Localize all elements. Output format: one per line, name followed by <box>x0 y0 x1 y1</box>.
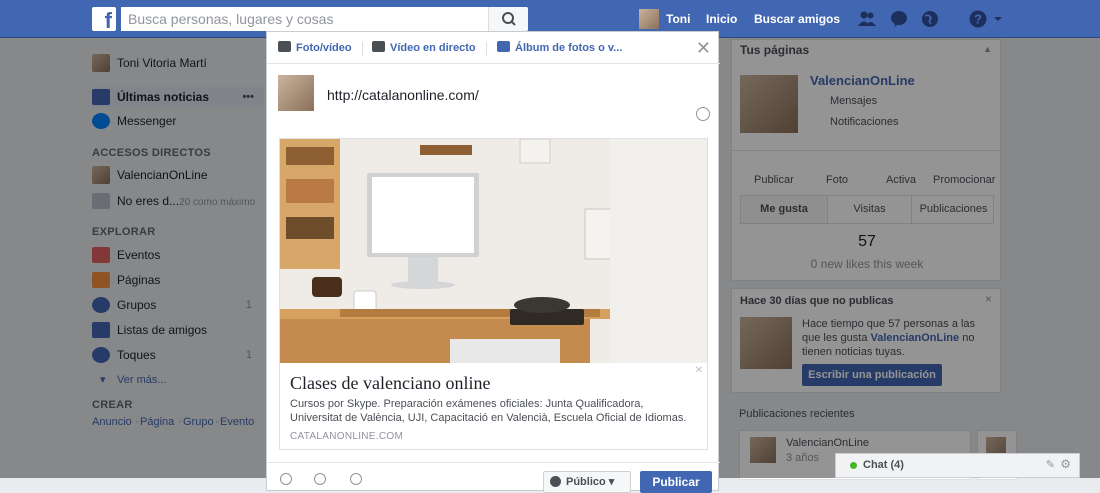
tag-friends-icon[interactable] <box>280 473 292 485</box>
new-message-icon[interactable]: ✎ <box>1046 458 1055 471</box>
publish-button[interactable]: Publicar <box>640 471 712 493</box>
friend-requests-icon[interactable] <box>857 9 877 29</box>
chat-label: Chat (4) <box>863 459 904 471</box>
post-composer-modal: Foto/vídeo Vídeo en directo Álbum de fot… <box>266 31 720 493</box>
profile-link[interactable]: Toni <box>666 12 690 26</box>
composer-footer: Público ▾ Publicar <box>267 462 720 493</box>
location-pin-icon[interactable] <box>350 473 362 485</box>
tab-photo-album[interactable]: Álbum de fotos o v... <box>497 41 622 54</box>
link-preview-card[interactable]: ✕ Clases de valenciano online Cursos por… <box>279 138 708 450</box>
link-preview-image <box>280 139 707 363</box>
camera-icon <box>278 41 291 52</box>
audience-selector[interactable]: Público ▾ <box>543 471 631 493</box>
search-button[interactable] <box>488 7 528 31</box>
chat-bar[interactable]: Chat (4) ✎ ⚙ <box>835 453 1080 478</box>
composer-avatar <box>278 75 314 111</box>
feeling-icon[interactable] <box>314 473 326 485</box>
link-preview-description: Cursos por Skype. Preparación exámenes o… <box>290 398 687 424</box>
home-link[interactable]: Inicio <box>706 12 737 26</box>
emoji-icon[interactable] <box>696 107 710 121</box>
account-menu-chevron-down-icon[interactable] <box>992 9 1004 29</box>
search-icon <box>502 12 516 26</box>
facebook-logo-icon[interactable]: f <box>92 7 116 31</box>
search-box <box>121 7 528 31</box>
composer-text-input[interactable]: http://catalanonline.com/ <box>327 87 479 103</box>
notifications-globe-icon[interactable] <box>920 9 940 29</box>
gear-icon[interactable]: ⚙ <box>1060 457 1071 471</box>
online-dot-icon <box>850 462 857 469</box>
link-preview-domain: CATALANONLINE.COM <box>290 431 404 442</box>
svg-text:?: ? <box>974 12 982 27</box>
video-camera-icon <box>372 41 385 52</box>
tab-photo-video[interactable]: Foto/vídeo <box>278 41 352 54</box>
search-input[interactable] <box>121 7 481 31</box>
album-icon <box>497 41 510 52</box>
tab-live-video[interactable]: Vídeo en directo <box>372 41 476 54</box>
composer-tabs: Foto/vídeo Vídeo en directo Álbum de fot… <box>267 32 720 64</box>
close-icon[interactable]: ✕ <box>696 38 711 59</box>
remove-preview-close-icon[interactable]: ✕ <box>695 365 703 376</box>
user-avatar[interactable] <box>639 9 659 29</box>
messages-icon[interactable] <box>889 9 909 29</box>
find-friends-link[interactable]: Buscar amigos <box>754 12 840 26</box>
help-icon[interactable]: ? <box>968 9 988 29</box>
link-preview-title: Clases de valenciano online <box>290 373 491 393</box>
